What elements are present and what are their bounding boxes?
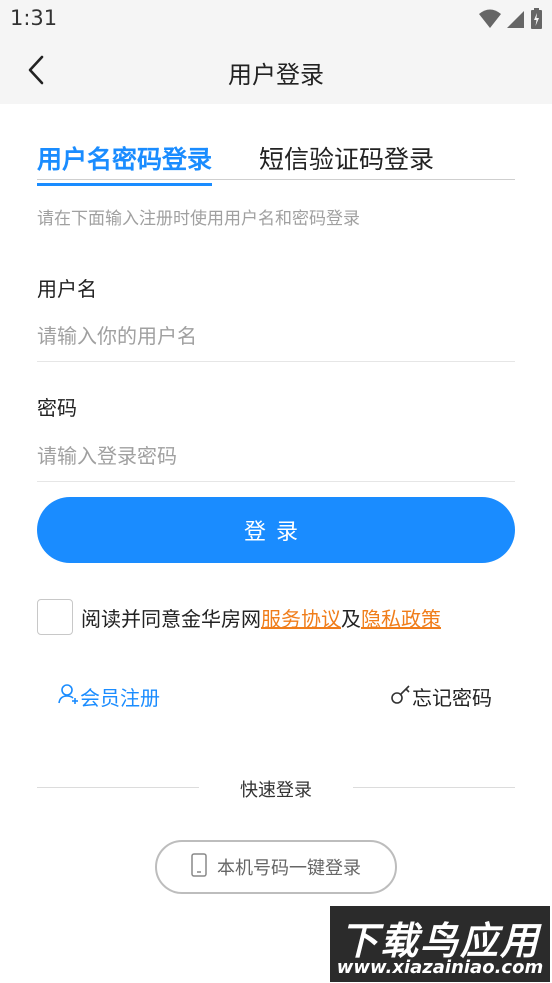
- watermark: 下载鸟应用 www.xiazainiao.com: [330, 906, 550, 982]
- agreement-text: 阅读并同意金华房网: [81, 606, 261, 631]
- agreement-checkbox[interactable]: [37, 599, 73, 635]
- add-user-icon: [58, 683, 80, 710]
- status-icons: [479, 8, 542, 33]
- forgot-label: 忘记密码: [412, 686, 492, 710]
- one-key-login-label: 本机号码一键登录: [217, 858, 361, 879]
- watermark-url: www.xiazainiao.com: [336, 957, 544, 978]
- signal-icon: [507, 9, 525, 33]
- divider-left: [37, 787, 199, 788]
- tab-username-password[interactable]: 用户名密码登录: [37, 140, 213, 186]
- battery-icon: [531, 8, 542, 33]
- wifi-icon: [479, 9, 501, 33]
- password-label: 密码: [37, 396, 77, 420]
- register-link[interactable]: 会员注册: [58, 682, 160, 711]
- service-agreement-link[interactable]: 服务协议: [261, 603, 341, 632]
- register-label: 会员注册: [80, 686, 160, 710]
- divider-right: [353, 787, 515, 788]
- login-button[interactable]: 登录: [37, 497, 515, 563]
- login-tabs: 用户名密码登录 短信验证码登录: [37, 140, 515, 186]
- page-title: 用户登录: [228, 61, 324, 89]
- nav-bar: 用户登录: [0, 38, 552, 104]
- agreement-and: 及: [341, 606, 361, 631]
- key-icon: [390, 683, 412, 710]
- one-key-login-button[interactable]: 本机号码一键登录: [155, 840, 397, 894]
- username-label: 用户名: [37, 277, 97, 301]
- status-bar: 1:31: [0, 0, 552, 38]
- status-time: 1:31: [10, 6, 58, 30]
- agreement-row: 阅读并同意金华房网 服务协议 及 隐私政策: [37, 598, 441, 636]
- quick-login-label: 快速登录: [240, 780, 312, 801]
- password-input[interactable]: [37, 430, 515, 482]
- forgot-password-link[interactable]: 忘记密码: [390, 682, 492, 711]
- username-input[interactable]: [37, 310, 515, 362]
- privacy-policy-link[interactable]: 隐私政策: [361, 603, 441, 632]
- login-hint: 请在下面输入注册时使用用户名和密码登录: [37, 209, 360, 229]
- tab-sms-code[interactable]: 短信验证码登录: [259, 140, 434, 183]
- phone-icon: [191, 853, 207, 881]
